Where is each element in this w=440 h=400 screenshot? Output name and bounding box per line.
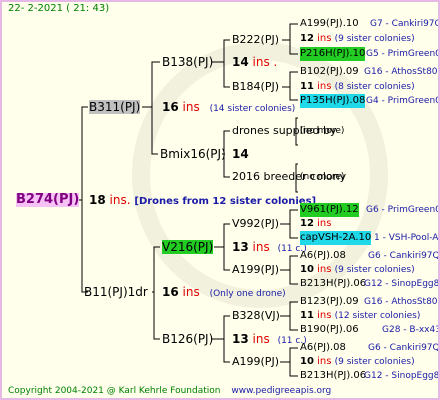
gen5-ins-label: ins <box>317 81 332 92</box>
gen5-b328-insemination: 11 ins (12 sister colonies) <box>300 309 420 323</box>
v992-queen[interactable]: V992(PJ) <box>232 217 279 231</box>
v216-insemination: 13 ins (11 c.) <box>232 240 307 256</box>
v216-queen[interactable]: V216(PJ) <box>162 240 214 254</box>
gen5-ins-count: 11 <box>300 81 314 92</box>
root-insemination: 18 ins. [Drones from 12 sister colonies] <box>89 193 316 209</box>
sire-insemination: 16 ins (14 sister colonies) <box>162 100 295 116</box>
gen5-a6-lower[interactable]: A6(PJ).08 <box>300 341 346 355</box>
gen5-ins-count: 10 <box>300 264 314 275</box>
gen5-b190[interactable]: B190(PJ).06 <box>300 323 359 337</box>
gen5-ins-note: (9 sister colonies) <box>334 357 415 367</box>
gen5-v992-insemination: 12 ins <box>300 217 331 231</box>
root-ins-label: ins. <box>109 193 131 207</box>
gen5-name: A199(PJ).10 <box>300 18 359 29</box>
sire-ins-note: (14 sister colonies) <box>209 104 296 114</box>
root-ins-note: [Drones from 12 sister colonies] <box>134 196 317 207</box>
b184-queen[interactable]: B184(PJ) <box>232 80 279 94</box>
gen5-p216h[interactable]: P216H(PJ).10 <box>300 47 366 61</box>
gen5-ins-note: (9 sister colonies) <box>334 265 415 275</box>
b328-queen[interactable]: B328(VJ) <box>232 309 280 323</box>
gen5-p216h-source: G5 - PrimGreen00 <box>366 49 440 59</box>
v216-ins-count: 13 <box>232 240 249 254</box>
gen5-v961[interactable]: V961(PJ).12 <box>300 203 359 217</box>
gen5-b213h-lower-source: G12 - SinopEgg86R <box>364 371 440 381</box>
a199-queen-lower[interactable]: A199(PJ) <box>232 355 279 369</box>
gen5-a6-lower-source: G6 - Cankiri97Q <box>368 343 440 353</box>
gen5-b190-source: G28 - B-xx43 <box>382 325 440 335</box>
gen5-ins-label: ins <box>317 33 332 44</box>
gen5-b184-insemination: 11 ins (8 sister colonies) <box>300 80 415 94</box>
dam-ins-note: (Only one drone) <box>209 289 286 299</box>
b138-ins-count: 14 <box>232 55 249 69</box>
gen5-no-more-upper: (no more) <box>300 126 345 136</box>
b126-ins-label: ins <box>252 332 270 346</box>
root-queen[interactable]: B274(PJ) <box>16 193 80 207</box>
b222-queen[interactable]: B222(PJ) <box>232 33 279 47</box>
gen5-capvsh-source: 1 - VSH-Pool-AR <box>374 233 440 243</box>
sire-queen[interactable]: B311(PJ) <box>89 100 141 114</box>
gen5-ins-note: (12 sister colonies) <box>334 311 421 321</box>
gen5-ins-label: ins <box>317 310 332 321</box>
gen5-a199-10-source: G7 - Cankiri97Q <box>370 19 440 29</box>
dam-queen[interactable]: B11(PJ)1dr <box>84 285 148 299</box>
v216-ins-label: ins <box>252 240 270 254</box>
footer: Copyright 2004-2021 @ Karl Kehrle Founda… <box>8 384 331 398</box>
gen5-b102-source: G16 - AthosSt80R <box>364 67 440 77</box>
footer-site-link[interactable]: www.pedigreeapis.org <box>231 386 331 396</box>
b138-insemination: 14 ins . <box>232 55 277 69</box>
root-ins-count: 18 <box>89 193 106 207</box>
gen5-ins-count: 12 <box>300 218 314 229</box>
bmix16-queen[interactable]: Bmix16(PJ) <box>160 147 226 161</box>
print-date: 22- 2-2021 ( 21: 43) <box>8 3 110 14</box>
gen5-b213h-lower[interactable]: B213H(PJ).06 <box>300 369 366 383</box>
b126-insemination: 13 ins (11 c.) <box>232 332 307 348</box>
gen5-ins-count: 12 <box>300 33 314 44</box>
b126-ins-count: 13 <box>232 332 249 346</box>
gen5-b123[interactable]: B123(PJ).09 <box>300 295 359 309</box>
b126-queen[interactable]: B126(PJ) <box>162 332 213 346</box>
gen5-ins-count: 10 <box>300 356 314 367</box>
a199-queen-upper[interactable]: A199(PJ) <box>232 263 279 277</box>
gen5-b213h-upper[interactable]: B213H(PJ).06 <box>300 277 366 291</box>
sire-ins-count: 16 <box>162 100 179 114</box>
gen5-p135h[interactable]: P135H(PJ).08 <box>300 94 366 108</box>
pedigree-frame: 22- 2-2021 ( 21: 43) B274(PJ) 18 ins. [D… <box>0 0 440 400</box>
gen5-ins-label: ins <box>317 264 332 275</box>
gen5-a199-lower-insemination: 10 ins (9 sister colonies) <box>300 355 415 369</box>
bmix16-ins-count: 14 <box>232 147 249 161</box>
dam-ins-count: 16 <box>162 285 179 299</box>
gen5-ins-label: ins <box>317 218 332 229</box>
gen5-b213h-upper-source: G12 - SinopEgg86R <box>364 279 440 289</box>
gen5-b222-insemination: 12 ins (9 sister colonies) <box>300 32 415 46</box>
gen5-ins-count: 11 <box>300 310 314 321</box>
gen5-b102[interactable]: B102(PJ).09 <box>300 65 359 79</box>
gen5-no-more-lower: (no more) <box>300 172 345 182</box>
gen5-a6-upper[interactable]: A6(PJ).08 <box>300 249 346 263</box>
dam-insemination: 16 ins (Only one drone) <box>162 285 286 301</box>
gen5-a6-upper-source: G6 - Cankiri97Q <box>368 251 440 261</box>
footer-copyright: Copyright 2004-2021 @ Karl Kehrle Founda… <box>8 386 221 396</box>
gen5-a199-10[interactable]: A199(PJ).10 <box>300 17 359 31</box>
b138-ins-label: ins . <box>252 55 278 69</box>
gen5-p135h-source: G4 - PrimGreen00 <box>366 96 440 106</box>
gen5-ins-note: (8 sister colonies) <box>334 82 415 92</box>
gen5-b123-source: G16 - AthosSt80R <box>364 297 440 307</box>
gen5-a199-upper-insemination: 10 ins (9 sister colonies) <box>300 263 415 277</box>
gen5-capvsh[interactable]: capVSH-2A.10 <box>300 231 372 245</box>
sire-ins-label: ins <box>182 100 200 114</box>
b138-queen[interactable]: B138(PJ) <box>162 55 213 69</box>
gen5-ins-note: (9 sister colonies) <box>334 34 415 44</box>
dam-ins-label: ins <box>182 285 200 299</box>
gen5-ins-label: ins <box>317 356 332 367</box>
gen5-v961-source: G6 - PrimGreen00 <box>366 205 440 215</box>
